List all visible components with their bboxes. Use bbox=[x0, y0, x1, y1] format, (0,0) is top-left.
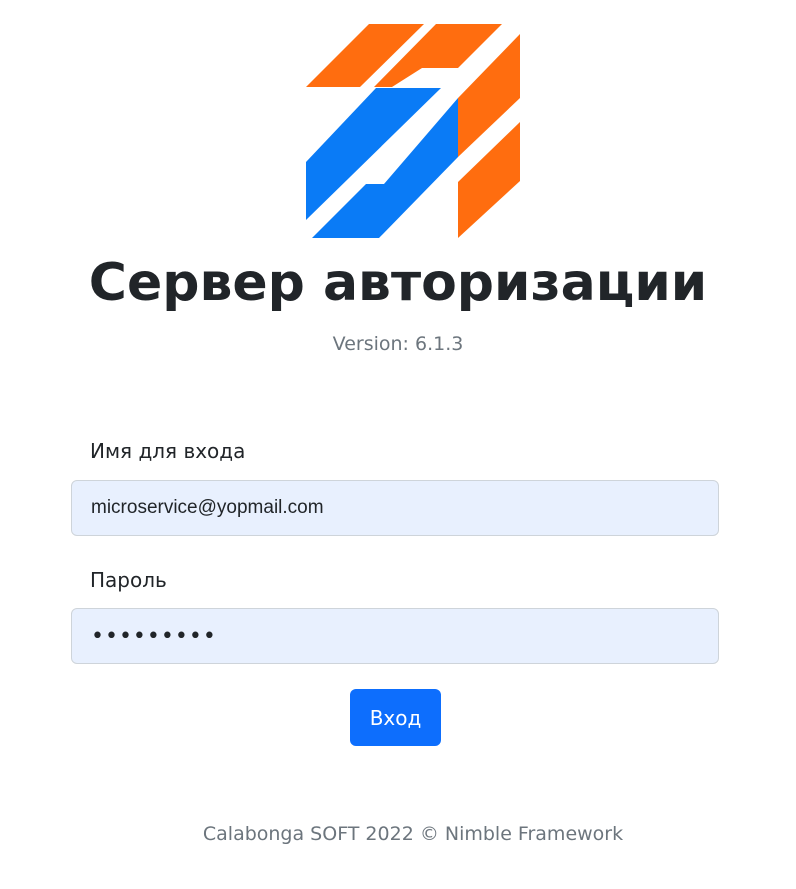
login-input[interactable] bbox=[71, 480, 719, 536]
footer-text: Calabonga SOFT 2022 © Nimble Framework bbox=[202, 823, 624, 845]
version-text: Version: 6.1.3 bbox=[332, 333, 464, 355]
login-label: Имя для входа bbox=[90, 439, 246, 463]
page-title: Сервер авторизации bbox=[88, 253, 708, 313]
password-label: Пароль bbox=[90, 568, 167, 592]
password-input[interactable] bbox=[71, 608, 719, 664]
company-logo-icon bbox=[300, 18, 526, 244]
login-button[interactable]: Вход bbox=[350, 689, 441, 746]
